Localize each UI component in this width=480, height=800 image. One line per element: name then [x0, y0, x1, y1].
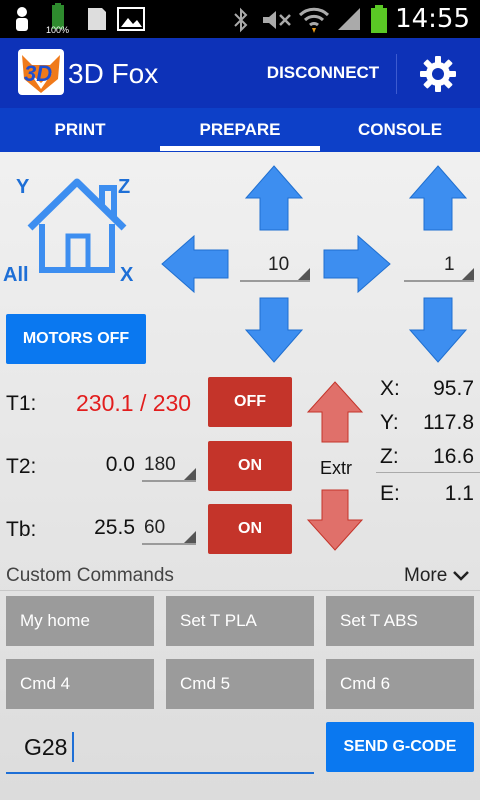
app-logo[interactable]: 3D — [18, 49, 64, 95]
tb-temp-value: 25.5 — [94, 516, 135, 539]
x-coord-value: 95.7 — [433, 377, 474, 400]
battery-icon — [371, 5, 387, 33]
gcode-input[interactable]: G28 — [6, 724, 314, 774]
signal-icon — [338, 8, 360, 30]
e-coord-value: 1.1 — [444, 482, 474, 505]
bluetooth-icon — [234, 7, 248, 33]
t1-label: T1: — [6, 392, 37, 415]
motors-off-button[interactable]: MOTORS OFF — [6, 314, 146, 364]
logo-text: 3D — [24, 61, 53, 86]
dropdown-corner-icon — [184, 468, 196, 480]
home-x-label[interactable]: X — [120, 264, 133, 287]
t1-heater-toggle[interactable]: OFF — [208, 377, 292, 427]
disconnect-button[interactable]: DISCONNECT — [258, 50, 388, 96]
custom-command-button-5[interactable]: Cmd 5 — [166, 659, 314, 709]
sd-card-icon — [88, 8, 106, 30]
app-title: 3D Fox — [68, 58, 159, 89]
person-icon — [16, 7, 28, 31]
xy-step-select[interactable]: 10 — [240, 250, 310, 282]
custom-commands-title: Custom Commands — [6, 565, 174, 586]
tb-target-value: 60 — [144, 517, 166, 538]
home-all-label[interactable]: All — [3, 264, 29, 287]
z-plus-arrow-icon[interactable] — [408, 164, 468, 232]
y-coord-label: Y: — [380, 411, 399, 434]
chevron-down-icon — [453, 571, 470, 581]
x-plus-arrow-icon[interactable] — [322, 234, 392, 294]
text-cursor — [72, 732, 74, 762]
settings-gear-icon[interactable] — [418, 54, 458, 94]
e-coord-label: E: — [380, 482, 400, 505]
t2-heater-toggle[interactable]: ON — [208, 441, 292, 491]
extrude-down-arrow-icon[interactable] — [306, 488, 364, 552]
y-plus-arrow-icon[interactable] — [244, 164, 304, 232]
more-dropdown[interactable]: More — [404, 562, 471, 590]
x-minus-arrow-icon[interactable] — [160, 234, 230, 294]
t2-target-value: 180 — [144, 454, 176, 475]
section-divider — [0, 590, 480, 591]
custom-command-button-1[interactable]: My home — [6, 596, 154, 646]
clock: 14:55 — [395, 4, 470, 34]
status-bar: 100% 14:55 — [0, 0, 480, 38]
home-icon[interactable] — [24, 176, 130, 276]
wifi-icon — [298, 7, 330, 33]
custom-command-button-2[interactable]: Set T PLA — [166, 596, 314, 646]
dropdown-corner-icon — [184, 531, 196, 543]
xy-step-value: 10 — [268, 254, 290, 275]
battery-percent: 100% — [46, 25, 70, 35]
z-coord-label: Z: — [380, 445, 399, 468]
coords-divider — [376, 472, 480, 473]
x-coord-label: X: — [380, 377, 400, 400]
z-step-select[interactable]: 1 — [404, 250, 474, 282]
tab-console[interactable]: CONSOLE — [320, 108, 480, 152]
tb-target-select[interactable]: 60 — [142, 515, 196, 545]
custom-command-button-3[interactable]: Set T ABS — [326, 596, 474, 646]
dropdown-corner-icon — [298, 268, 310, 280]
tb-heater-toggle[interactable]: ON — [208, 504, 292, 554]
extrude-up-arrow-icon[interactable] — [306, 380, 364, 444]
z-minus-arrow-icon[interactable] — [408, 296, 468, 364]
y-coord-value: 117.8 — [423, 411, 474, 434]
t1-temp-value: 230.1 / 230 — [76, 390, 192, 416]
mute-icon — [263, 11, 291, 29]
home-z-label[interactable]: Z — [118, 176, 130, 199]
custom-command-button-6[interactable]: Cmd 6 — [326, 659, 474, 709]
t2-target-select[interactable]: 180 — [142, 452, 196, 482]
t2-label: T2: — [6, 455, 37, 478]
z-coord-value: 16.6 — [433, 445, 474, 468]
active-tab-indicator — [160, 146, 320, 151]
gcode-input-value: G28 — [24, 734, 68, 760]
app-bar-divider — [396, 54, 397, 94]
custom-command-button-4[interactable]: Cmd 4 — [6, 659, 154, 709]
send-gcode-button[interactable]: SEND G-CODE — [326, 722, 474, 772]
dropdown-corner-icon — [462, 268, 474, 280]
tab-print[interactable]: PRINT — [0, 108, 160, 152]
more-label: More — [404, 565, 448, 586]
y-minus-arrow-icon[interactable] — [244, 296, 304, 364]
home-y-label[interactable]: Y — [16, 176, 29, 199]
tb-label: Tb: — [6, 518, 37, 541]
image-icon — [117, 7, 145, 31]
t2-temp-value: 0.0 — [105, 453, 135, 476]
z-step-value: 1 — [444, 254, 455, 275]
extruder-label: Extr — [320, 458, 353, 478]
